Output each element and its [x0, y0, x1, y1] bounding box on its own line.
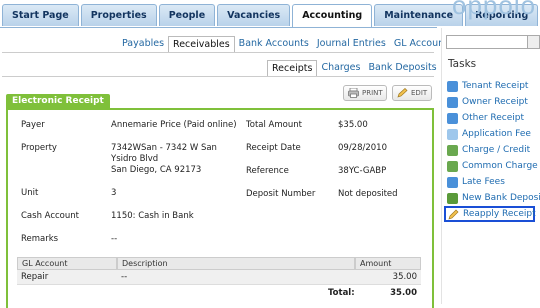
- payer-label: Payer: [21, 120, 45, 130]
- charge-icon: [447, 144, 458, 156]
- tab-accounting[interactable]: Accounting: [292, 4, 373, 28]
- subnav-charges[interactable]: Charges: [317, 60, 364, 77]
- unit-label: Unit: [21, 188, 39, 198]
- deposit-icon: [447, 192, 458, 204]
- subnav-receivables[interactable]: Receivables: [168, 36, 235, 53]
- unit-value: 3: [111, 188, 117, 198]
- edit-label: EDIT: [411, 89, 428, 97]
- task-owner-receipt[interactable]: Owner Receipt: [447, 95, 528, 109]
- task-tenant-receipt[interactable]: Tenant Receipt: [447, 79, 528, 93]
- amount-cell: 35.00: [392, 272, 417, 282]
- print-label: PRINT: [362, 89, 383, 97]
- task-common-charge[interactable]: Common Charge: [447, 159, 538, 173]
- search-input[interactable]: [446, 35, 528, 49]
- receipt-card: Payer Annemarie Price (Paid online) Prop…: [6, 108, 434, 308]
- search-button[interactable]: [527, 35, 540, 49]
- gl-account-header: GL Account: [17, 257, 117, 270]
- tab-properties[interactable]: Properties: [80, 4, 157, 26]
- receipt-date-value: 09/28/2010: [338, 143, 387, 153]
- subnav-payables[interactable]: Payables: [118, 36, 168, 53]
- subnav-bank-accounts[interactable]: Bank Accounts: [235, 36, 313, 53]
- gl-account-cell: Repair: [21, 272, 49, 282]
- task-label: Other Receipt: [462, 113, 525, 123]
- task-new-bank-deposit[interactable]: New Bank Deposit: [447, 191, 540, 205]
- task-label: Charge / Credit: [462, 145, 531, 155]
- description-header: Description: [117, 257, 355, 270]
- payer-value: Annemarie Price (Paid online): [111, 120, 237, 130]
- reference-value: 38YC-GABP: [338, 166, 387, 176]
- app-logo: oppolo: [452, 0, 537, 20]
- deposit-number-label: Deposit Number: [246, 189, 316, 199]
- tab-divider: [0, 27, 437, 28]
- task-label: Reapply Receipt: [463, 209, 536, 219]
- property-line3: San Diego, CA 92173: [111, 165, 202, 175]
- divider: [2, 52, 434, 53]
- total-label: Total:: [328, 288, 355, 298]
- receipt-icon: [447, 80, 458, 92]
- total-amount-value: $35.00: [338, 120, 368, 130]
- subnav-bank-deposits[interactable]: Bank Deposits: [364, 60, 440, 77]
- reference-label: Reference: [246, 166, 289, 176]
- cash-account-label: Cash Account: [21, 211, 79, 221]
- card-title: Electronic Receipt: [6, 94, 110, 108]
- tasks-heading: Tasks: [448, 58, 477, 70]
- receivables-subnav: Receipts Charges Bank Deposits: [267, 60, 441, 77]
- receipt-icon: [447, 112, 458, 124]
- subnav-journal-entries[interactable]: Journal Entries: [313, 36, 390, 53]
- divider: [2, 76, 434, 77]
- task-label: Late Fees: [462, 177, 505, 187]
- accounting-subnav: Payables Receivables Bank Accounts Journ…: [118, 36, 457, 53]
- tab-people[interactable]: People: [158, 4, 216, 26]
- task-label: Application Fee: [462, 129, 531, 139]
- printer-icon: [348, 88, 359, 98]
- total-amount-label: Total Amount: [246, 120, 302, 130]
- tab-start-page[interactable]: Start Page: [2, 4, 79, 26]
- task-other-receipt[interactable]: Other Receipt: [447, 111, 524, 125]
- remarks-label: Remarks: [21, 234, 59, 244]
- task-label: Tenant Receipt: [462, 81, 529, 91]
- deposit-number-value: Not deposited: [338, 189, 398, 199]
- task-label: Owner Receipt: [462, 97, 528, 107]
- property-line2: Ysidro Blvd: [111, 154, 159, 164]
- total-value: 35.00: [390, 288, 417, 298]
- print-button[interactable]: PRINT: [343, 85, 387, 101]
- table-row: Repair -- 35.00: [17, 270, 421, 285]
- amount-header: Amount: [355, 257, 421, 270]
- task-label: New Bank Deposit: [462, 193, 540, 203]
- task-application-fee[interactable]: Application Fee: [447, 127, 531, 141]
- late-fee-icon: [447, 176, 458, 188]
- remarks-value: --: [111, 234, 118, 244]
- task-charge-credit[interactable]: Charge / Credit: [447, 143, 530, 157]
- receipt-date-label: Receipt Date: [246, 143, 301, 153]
- pencil-icon: [448, 209, 459, 220]
- tab-vacancies[interactable]: Vacancies: [217, 4, 291, 26]
- tab-maintenance[interactable]: Maintenance: [374, 4, 464, 26]
- subnav-receipts[interactable]: Receipts: [267, 60, 318, 77]
- pencil-icon: [397, 88, 408, 98]
- receipt-icon: [447, 96, 458, 108]
- charge-icon: [447, 160, 458, 172]
- edit-button[interactable]: EDIT: [392, 85, 432, 101]
- task-late-fees[interactable]: Late Fees: [447, 175, 505, 189]
- top-navigation: Start Page Properties People Vacancies A…: [0, 0, 540, 28]
- fee-icon: [447, 128, 458, 140]
- task-reapply-receipt[interactable]: Reapply Receipt: [444, 206, 536, 222]
- property-label: Property: [21, 143, 57, 153]
- task-label: Common Charge: [462, 161, 538, 171]
- description-cell: --: [121, 272, 128, 282]
- property-line1: 7342WSan - 7342 W San: [111, 143, 217, 153]
- cash-account-value: 1150: Cash in Bank: [111, 211, 194, 221]
